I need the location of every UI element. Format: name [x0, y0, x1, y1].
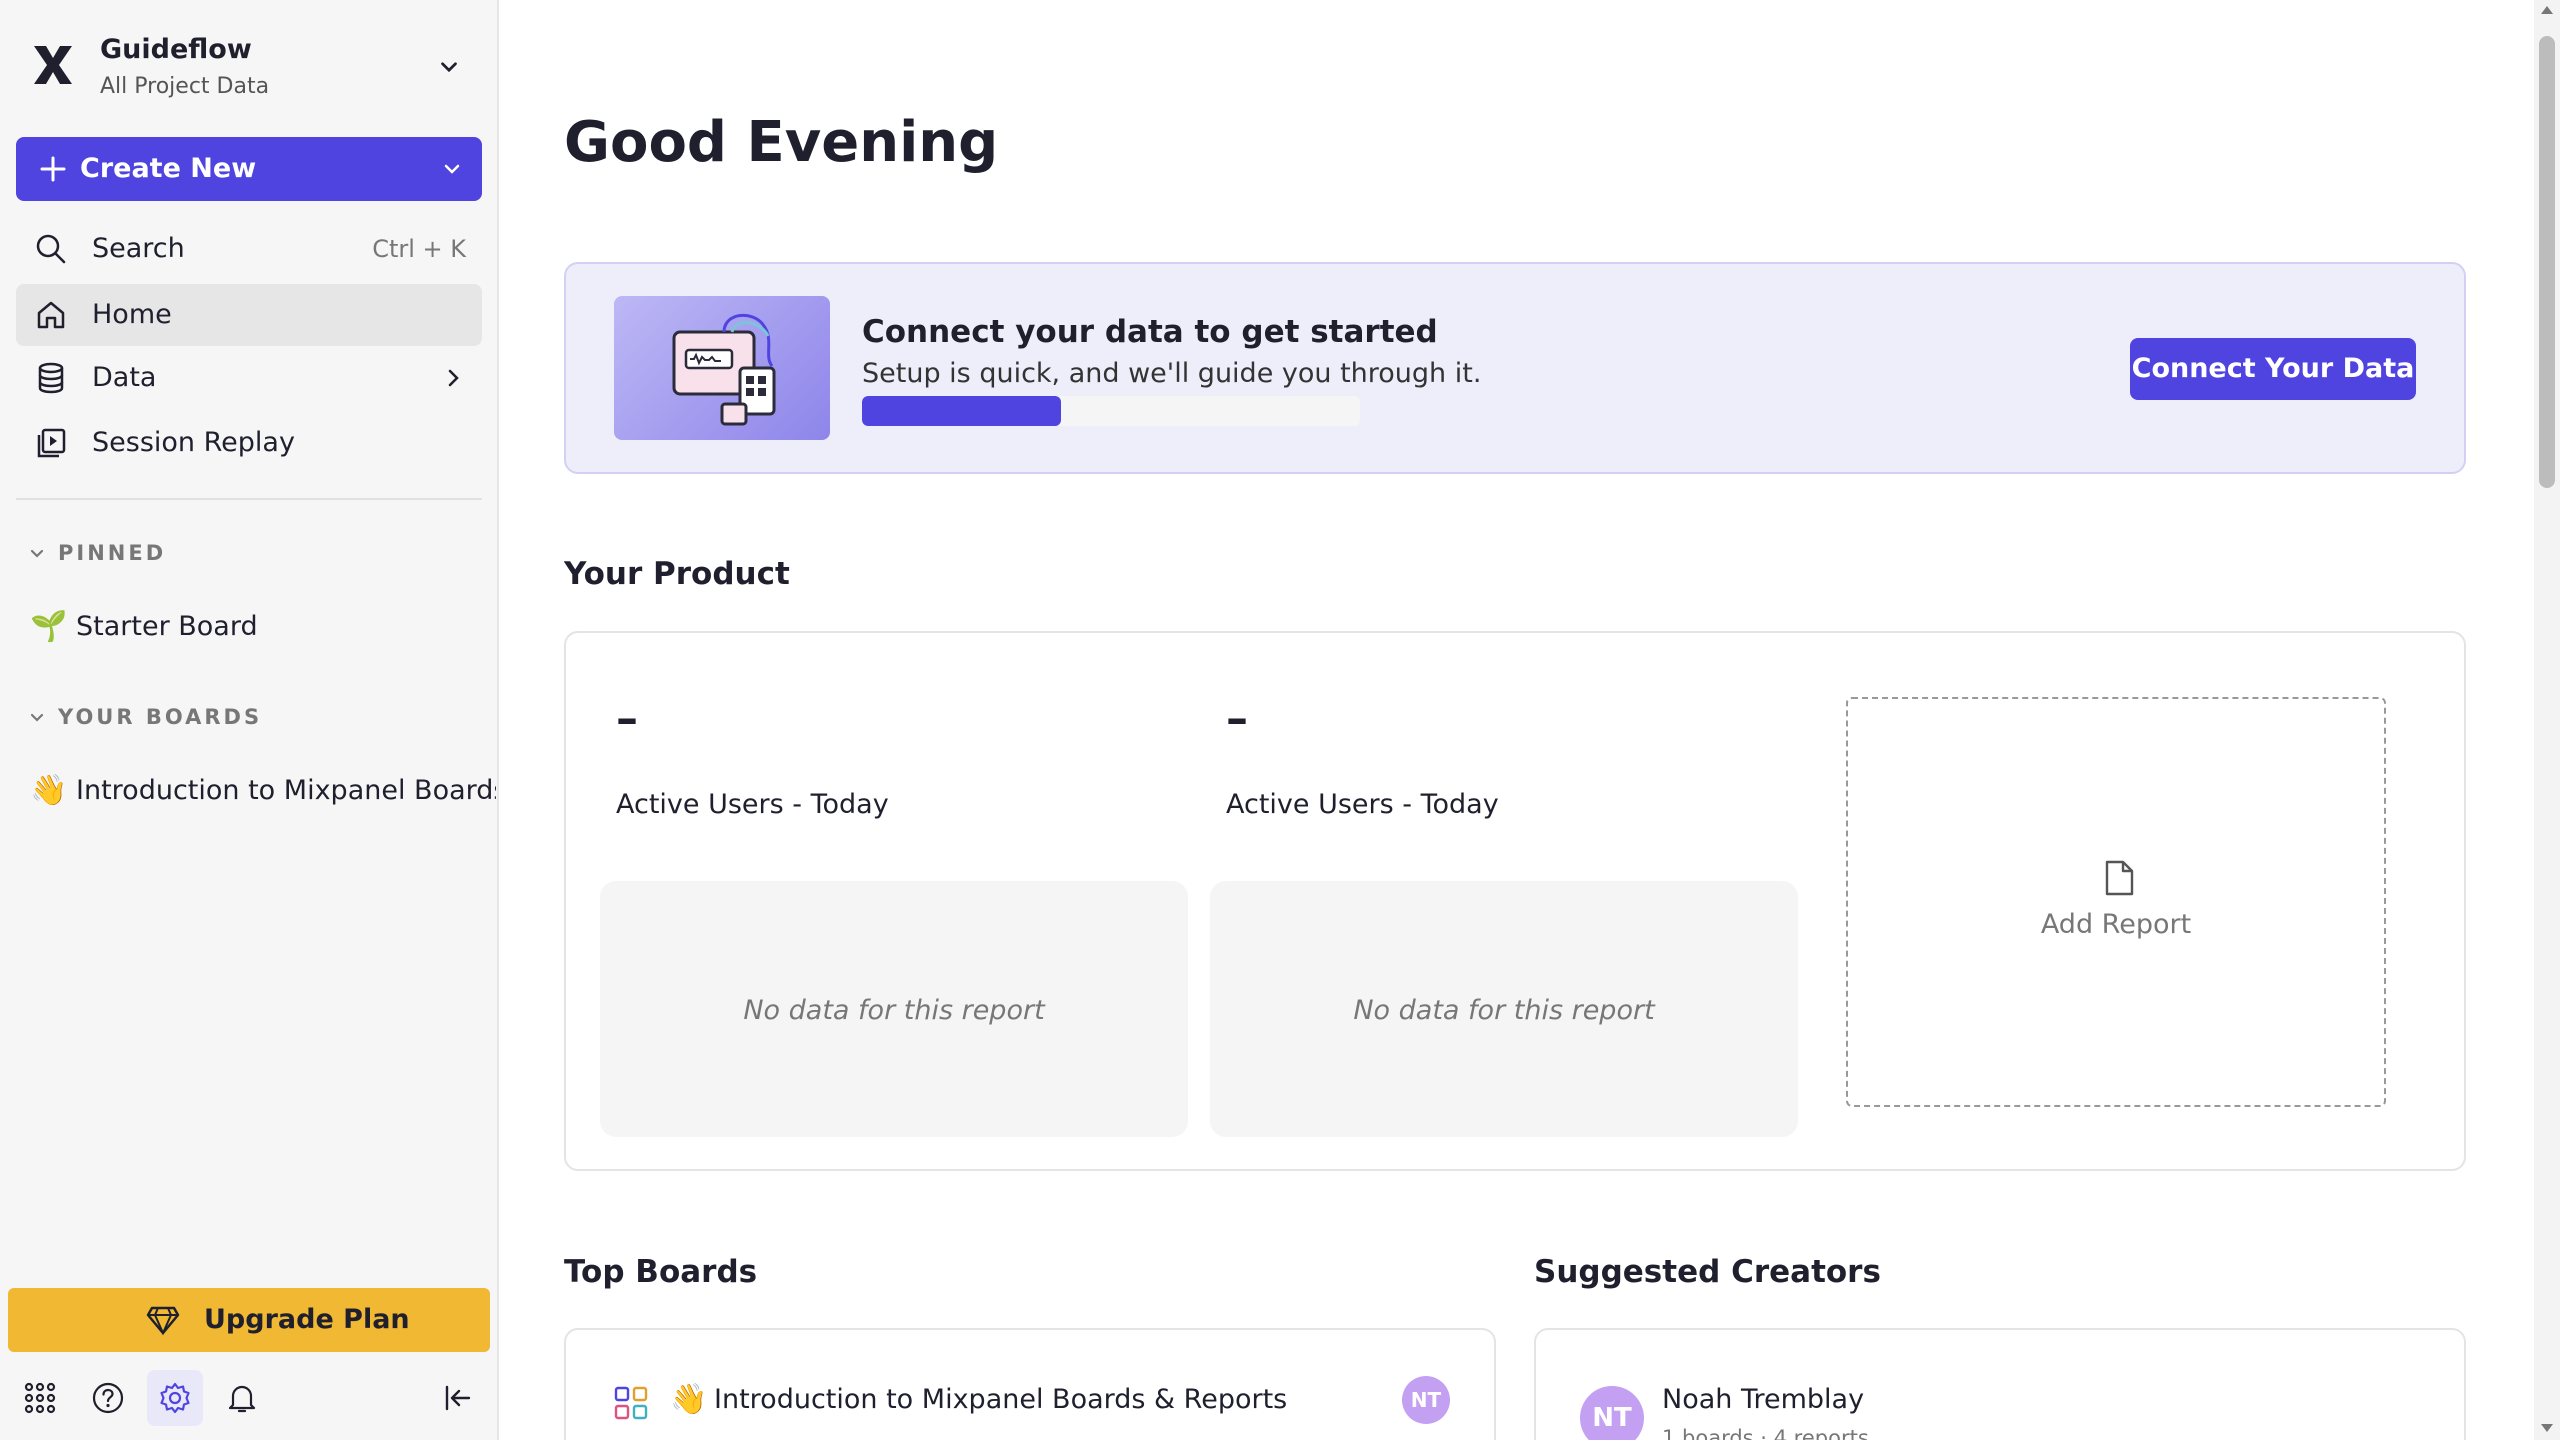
metric-label: Active Users - Today — [616, 789, 889, 820]
database-icon — [38, 362, 64, 394]
your-boards-section-header[interactable]: YOUR BOARDS — [28, 705, 262, 729]
chevron-down-icon — [441, 62, 457, 73]
search-shortcut-hint: Ctrl + K — [372, 235, 466, 263]
bell-icon — [228, 1385, 256, 1413]
sidebar-item-label: Session Replay — [92, 427, 295, 458]
seedling-icon: 🌱 — [30, 609, 68, 644]
your-product-card: – Active Users - Today No data for this … — [564, 631, 2466, 1171]
sidebar-item-data[interactable]: Data — [16, 347, 482, 409]
chevron-down-icon — [30, 713, 44, 722]
your-product-title: Your Product — [564, 556, 790, 592]
top-board-label: Introduction to Mixpanel Boards & Report… — [714, 1384, 1288, 1415]
banner-title: Connect your data to get started — [862, 314, 1438, 350]
waving-hand-icon: 👋 — [30, 773, 68, 808]
your-boards-section-label: YOUR BOARDS — [58, 705, 263, 729]
sidebar-item-session-replay[interactable]: Session Replay — [16, 412, 482, 474]
top-boards-title: Top Boards — [564, 1254, 758, 1290]
avatar[interactable]: NT — [1402, 1376, 1450, 1424]
add-report-button[interactable]: Add Report — [1846, 697, 2386, 1107]
plus-icon — [40, 156, 66, 182]
waving-hand-icon: 👋 — [670, 1382, 708, 1417]
suggested-creator-item[interactable]: NT Noah Tremblay 1 boards · 4 reports — [1534, 1328, 2466, 1440]
sidebar-item-home[interactable]: Home — [16, 284, 482, 346]
suggested-creators-title: Suggested Creators — [1534, 1254, 1881, 1290]
page-scrollbar[interactable] — [2534, 0, 2560, 1440]
session-replay-icon — [37, 428, 66, 458]
banner-subtitle: Setup is quick, and we'll guide you thro… — [862, 358, 1482, 389]
sidebar: Guideflow All Project Data Create New Se… — [0, 0, 499, 1440]
add-report-label: Add Report — [2040, 909, 2192, 940]
pinned-section-label: PINNED — [58, 541, 167, 565]
workspace-switcher[interactable]: Guideflow All Project Data — [16, 24, 476, 114]
collapse-sidebar-icon — [445, 1385, 471, 1411]
pinned-board-starter[interactable]: 🌱 Starter Board — [30, 603, 470, 653]
workspace-name: Guideflow — [100, 34, 252, 65]
home-icon — [37, 301, 65, 329]
connect-your-data-button[interactable]: Connect Your Data — [2130, 338, 2416, 400]
sidebar-item-search[interactable]: Search Ctrl + K — [16, 218, 482, 280]
metric-card[interactable]: – Active Users - Today No data for this … — [1176, 633, 1798, 1137]
device-illustration-icon — [672, 313, 776, 426]
collapse-sidebar-button[interactable] — [430, 1370, 486, 1426]
pinned-board-label: Starter Board — [76, 611, 258, 642]
metric-empty-state: No data for this report — [1210, 881, 1798, 1137]
search-icon — [36, 234, 66, 264]
creator-meta: 1 boards · 4 reports — [1662, 1426, 1869, 1440]
metric-label: Active Users - Today — [1226, 789, 1499, 820]
scroll-up-arrow-icon[interactable] — [2541, 6, 2553, 14]
create-new-label: Create New — [80, 153, 257, 184]
setup-progress-bar — [862, 396, 1360, 426]
empty-state-text: No data for this report — [743, 995, 1045, 1026]
creator-name: Noah Tremblay — [1662, 1384, 1865, 1415]
chevron-down-icon — [30, 549, 44, 558]
metric-value: – — [1226, 693, 1248, 744]
chevron-right-icon — [448, 369, 459, 387]
help-button[interactable] — [80, 1370, 136, 1426]
top-board-item[interactable]: 👋 Introduction to Mixpanel Boards & Repo… — [564, 1328, 1496, 1440]
settings-button[interactable] — [147, 1370, 203, 1426]
page-title: Good Evening — [564, 110, 999, 175]
empty-state-text: No data for this report — [1353, 995, 1655, 1026]
sidebar-divider — [16, 498, 482, 500]
scrollbar-thumb[interactable] — [2539, 36, 2555, 488]
gear-icon — [160, 1382, 190, 1414]
metric-card[interactable]: – Active Users - Today No data for this … — [566, 633, 1188, 1137]
help-icon — [92, 1382, 124, 1414]
connect-data-banner: Connect your data to get started Setup i… — [564, 262, 2466, 474]
notifications-button[interactable] — [214, 1370, 270, 1426]
apps-grid-button[interactable] — [12, 1370, 68, 1426]
sidebar-item-label: Home — [92, 299, 172, 330]
sidebar-bottom-bar — [0, 1360, 499, 1440]
create-new-button[interactable]: Create New — [16, 137, 482, 201]
metric-empty-state: No data for this report — [600, 881, 1188, 1137]
setup-progress-fill — [862, 396, 1062, 426]
board-intro-mixpanel[interactable]: 👋 Introduction to Mixpanel Boards — [30, 767, 496, 817]
chevron-down-icon[interactable] — [440, 157, 464, 181]
mixpanel-logo-icon — [34, 46, 72, 84]
pinned-section-header[interactable]: PINNED — [28, 541, 166, 565]
upgrade-plan-button[interactable]: Upgrade Plan — [8, 1288, 490, 1352]
board-label: Introduction to Mixpanel Boards — [76, 775, 496, 806]
apps-grid-icon — [24, 1382, 56, 1414]
upgrade-plan-label: Upgrade Plan — [204, 1304, 410, 1335]
metric-value: – — [616, 693, 638, 744]
sidebar-item-label: Search — [92, 233, 185, 264]
sidebar-item-label: Data — [92, 362, 157, 393]
diamond-icon — [146, 1306, 180, 1336]
scroll-down-arrow-icon[interactable] — [2541, 1424, 2553, 1432]
workspace-subtitle: All Project Data — [100, 74, 270, 99]
avatar: NT — [1580, 1386, 1644, 1440]
board-grid-icon — [614, 1386, 648, 1420]
document-icon — [2105, 860, 2134, 896]
connect-data-illustration — [614, 296, 830, 440]
